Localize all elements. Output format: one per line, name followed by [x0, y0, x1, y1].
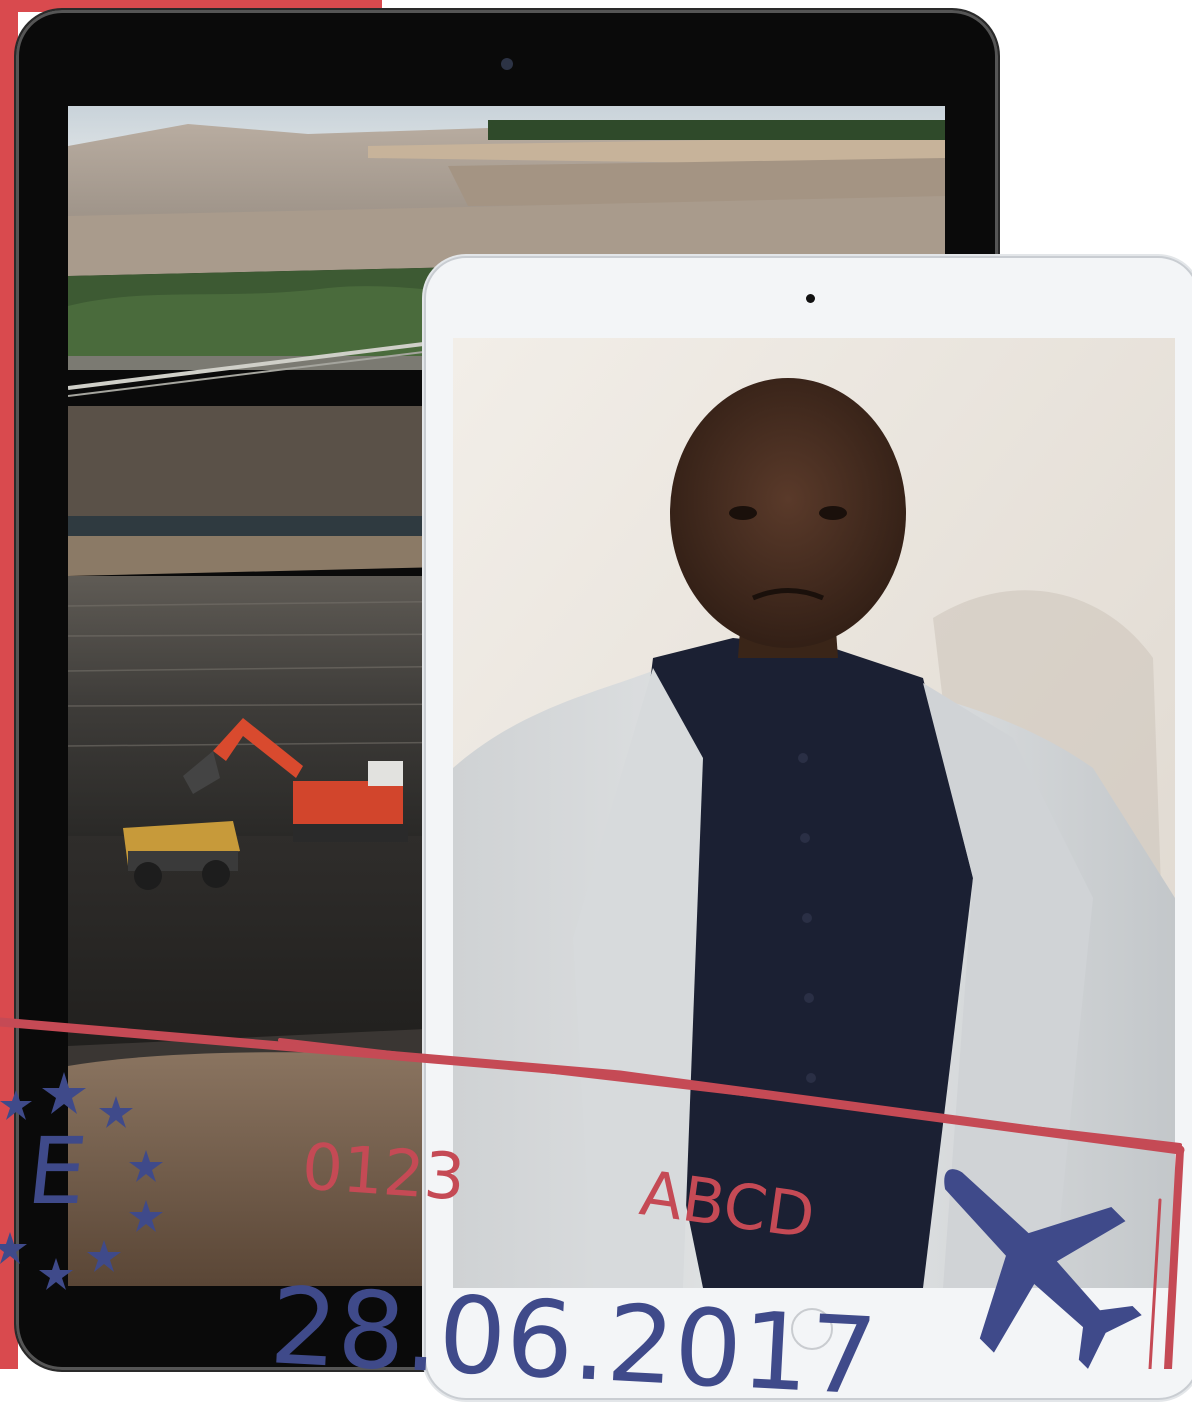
- portrait-photo: [453, 338, 1175, 1288]
- stamp-number: 0123: [299, 1130, 468, 1216]
- tablet-camera: [806, 294, 815, 303]
- stamp-letter: E: [22, 1118, 92, 1225]
- tablet-camera: [501, 58, 513, 70]
